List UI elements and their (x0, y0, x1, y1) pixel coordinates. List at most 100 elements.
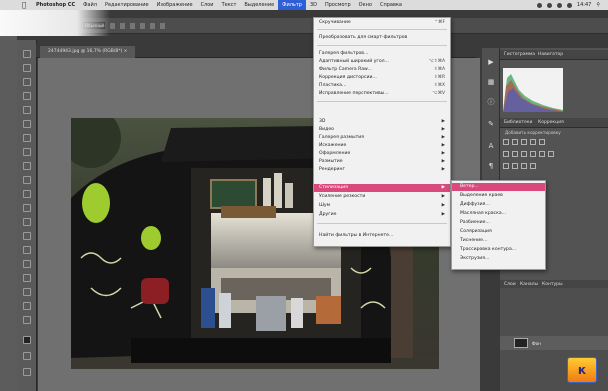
filter-menu-item[interactable]: Усиление резкости ▶ (314, 193, 450, 201)
filter-menu-item[interactable]: Размытие ▶ (314, 158, 450, 166)
menu-select[interactable]: Выделение (240, 0, 278, 10)
eraser-tool-icon[interactable] (23, 190, 31, 198)
filter-menu-item[interactable]: Галерея размытия ▶ (314, 134, 450, 142)
lookup-icon[interactable] (548, 151, 554, 157)
filter-menu-item[interactable]: 3D ▶ (314, 118, 450, 126)
filter-menu-item[interactable]: Оформление ▶ (314, 150, 450, 158)
zoom-tool-icon[interactable] (23, 316, 31, 324)
submenu-item[interactable]: Тиснение... (452, 237, 545, 245)
submenu-item[interactable]: Выделение краев (452, 192, 545, 200)
menu-help[interactable]: Справка (376, 0, 406, 10)
filter-menu-item[interactable]: Преобразовать для смарт-фильтров (314, 34, 450, 42)
option-icon[interactable] (130, 22, 135, 29)
filter-menu-item[interactable]: Пластика... ⇧⌘X (314, 82, 450, 90)
menu-image[interactable]: Изображение (153, 0, 197, 10)
menu-file[interactable]: Файл (79, 0, 101, 10)
submenu-item[interactable]: Трассировка контура... (452, 246, 545, 254)
status-icon[interactable] (536, 2, 542, 8)
option-icon[interactable] (120, 22, 125, 29)
levels-icon[interactable] (512, 139, 518, 145)
brush-icon[interactable]: ✎ (487, 120, 495, 128)
tab-channels[interactable]: Каналы (520, 282, 538, 287)
wifi-icon[interactable] (546, 2, 552, 8)
screen-mode-icon[interactable] (23, 368, 31, 376)
photo-filter-icon[interactable] (530, 151, 536, 157)
filter-menu-item[interactable]: Галерея фильтров... (314, 50, 450, 58)
path-select-tool-icon[interactable] (23, 274, 31, 282)
brush-tool-icon[interactable] (23, 148, 31, 156)
crop-tool-icon[interactable] (23, 106, 31, 114)
paragraph-icon[interactable]: ¶ (487, 162, 495, 170)
submenu-item[interactable]: Экструзия... (452, 255, 545, 263)
lasso-tool-icon[interactable] (23, 78, 31, 86)
option-icon[interactable] (160, 22, 165, 29)
document-tab[interactable]: 24744943.jpg @ 16,7% (RGB/8*) × (40, 46, 136, 58)
type-tool-icon[interactable] (23, 260, 31, 268)
submenu-item-wind[interactable]: Ветер... (452, 183, 545, 191)
submenu-item[interactable]: Разбиение... (452, 219, 545, 227)
blur-tool-icon[interactable] (23, 218, 31, 226)
bw-icon[interactable] (521, 151, 527, 157)
quick-mask-icon[interactable] (23, 352, 31, 360)
tab-libraries[interactable]: Библиотеки (504, 120, 532, 125)
filter-menu-item[interactable]: Шум ▶ (314, 202, 450, 210)
filter-menu-item[interactable]: Исправление перспективы... ⌥⌘V (314, 90, 450, 98)
filter-menu-item[interactable]: Видео ▶ (314, 126, 450, 134)
play-icon[interactable]: ▶ (487, 58, 495, 66)
hue-icon[interactable] (503, 151, 509, 157)
invert-icon[interactable] (503, 163, 509, 169)
filter-menu-item[interactable]: Искажение ▶ (314, 142, 450, 150)
gradient-tool-icon[interactable] (23, 204, 31, 212)
dodge-tool-icon[interactable] (23, 232, 31, 240)
filter-menu-item[interactable]: Скручивание ⌃⌘F (314, 19, 450, 27)
quick-select-tool-icon[interactable] (23, 92, 31, 100)
char-icon[interactable]: A (487, 142, 495, 150)
balance-icon[interactable] (512, 151, 518, 157)
posterize-icon[interactable] (512, 163, 518, 169)
tab-corrections[interactable]: Коррекция (538, 120, 564, 125)
hand-tool-icon[interactable] (23, 302, 31, 310)
vibrance-icon[interactable] (539, 139, 545, 145)
mixer-icon[interactable] (539, 151, 545, 157)
filter-menu-item-stylize[interactable]: Стилизация ▶ (314, 184, 450, 192)
foreground-color-swatch[interactable] (23, 336, 31, 344)
tab-histogram[interactable]: Гистограмма (504, 52, 535, 57)
menu-3d[interactable]: 3D (306, 0, 321, 10)
healing-tool-icon[interactable] (23, 134, 31, 142)
filter-menu-item[interactable]: Другие ▶ (314, 211, 450, 219)
tab-layers[interactable]: Слои (504, 282, 516, 287)
filter-menu-item[interactable]: Адаптивный широкий угол... ⌥⇧⌘A (314, 58, 450, 66)
marquee-tool-icon[interactable] (23, 64, 31, 72)
menu-filter[interactable]: Фильтр (278, 0, 306, 10)
tab-paths[interactable]: Контуры (542, 282, 563, 287)
threshold-icon[interactable] (521, 163, 527, 169)
submenu-item[interactable]: Соляризация (452, 228, 545, 236)
option-icon[interactable] (140, 22, 145, 29)
filter-menu-item[interactable]: Коррекция дисторсии... ⇧⌘R (314, 74, 450, 82)
menu-layers[interactable]: Слои (197, 0, 218, 10)
option-icon[interactable] (110, 22, 115, 29)
stamp-tool-icon[interactable] (23, 162, 31, 170)
volume-icon[interactable] (556, 2, 562, 8)
curves-icon[interactable] (521, 139, 527, 145)
filter-menu-item[interactable]: Найти фильтры в Интернете... (314, 232, 450, 240)
exposure-icon[interactable] (530, 139, 536, 145)
menu-view[interactable]: Просмотр (321, 0, 355, 10)
filter-menu-item[interactable]: Рендеринг ▶ (314, 166, 450, 174)
brightness-icon[interactable] (503, 139, 509, 145)
shape-tool-icon[interactable] (23, 288, 31, 296)
apple-icon[interactable]:  (22, 1, 26, 9)
menu-window[interactable]: Окно (355, 0, 376, 10)
battery-icon[interactable] (566, 2, 572, 8)
move-tool-icon[interactable] (23, 50, 31, 58)
gradient-map-icon[interactable] (530, 163, 536, 169)
menu-type[interactable]: Текст (218, 0, 241, 10)
search-icon[interactable]: ⚲ (596, 2, 600, 8)
menu-app-name[interactable]: Photoshop CC (32, 0, 79, 10)
option-icon[interactable] (150, 22, 155, 29)
pen-tool-icon[interactable] (23, 246, 31, 254)
submenu-item[interactable]: Масляная краска... (452, 210, 545, 218)
tab-navigator[interactable]: Навигатор (538, 52, 563, 57)
info-icon[interactable]: ⓘ (487, 98, 495, 106)
history-brush-tool-icon[interactable] (23, 176, 31, 184)
